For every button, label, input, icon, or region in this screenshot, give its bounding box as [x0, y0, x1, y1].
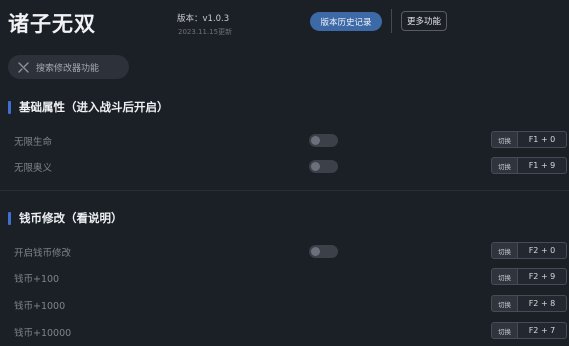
section-header-currency: 钱币修改（看说明）	[8, 210, 123, 226]
cheat-row: 钱币+1000 切换 F2 + 8	[0, 295, 569, 317]
cheat-row: 开启钱币修改 切换 F2 + 0	[0, 242, 569, 264]
toggle-action-button[interactable]: 切换	[491, 295, 518, 312]
toolbar-divider	[391, 9, 392, 33]
wrench-icon	[17, 61, 30, 74]
version-history-button[interactable]: 版本历史记录	[310, 12, 382, 31]
toggle-knob	[311, 136, 320, 145]
hotkey-group: 切换 F2 + 7	[491, 322, 567, 339]
section-accent-bar	[8, 100, 11, 114]
version-label: 版本：v1.0.3	[177, 14, 230, 24]
cheat-row: 钱币+100 切换 F2 + 9	[0, 268, 569, 290]
cheat-label: 无限奥义	[14, 163, 53, 174]
app-title: 诸子无双	[8, 12, 96, 36]
cheat-label: 钱币+10000	[14, 328, 72, 339]
hotkey-group: 切换 F2 + 8	[491, 295, 567, 312]
cheat-toggle[interactable]	[309, 245, 338, 258]
toggle-action-button[interactable]: 切换	[491, 157, 518, 174]
cheat-label: 无限生命	[14, 137, 53, 148]
update-date: 2023.11.15更新	[178, 28, 233, 36]
hotkey-group: 切换 F2 + 9	[491, 268, 567, 285]
search-placeholder: 搜索修改器功能	[36, 63, 100, 74]
section-title: 钱币修改（看说明）	[19, 211, 123, 225]
toggle-action-button[interactable]: 切换	[491, 322, 518, 339]
hotkey-field[interactable]: F2 + 0	[518, 242, 567, 259]
hotkey-field[interactable]: F2 + 9	[518, 268, 567, 285]
toggle-knob	[311, 247, 320, 256]
cheat-label: 钱币+1000	[14, 301, 66, 312]
section-title: 基础属性（进入战斗后开启）	[19, 100, 169, 114]
hotkey-group: 切换 F2 + 0	[491, 242, 567, 259]
hotkey-group: 切换 F1 + 9	[491, 157, 567, 174]
toggle-knob	[311, 162, 320, 171]
section-header-basic: 基础属性（进入战斗后开启）	[8, 99, 169, 115]
hotkey-field[interactable]: F2 + 7	[518, 322, 567, 339]
version-block: 版本：v1.0.3 2023.11.15更新	[177, 12, 232, 37]
toggle-action-button[interactable]: 切换	[491, 131, 518, 148]
hotkey-field[interactable]: F1 + 9	[518, 157, 567, 174]
section-accent-bar	[8, 211, 11, 225]
cheat-row: 无限生命 切换 F1 + 0	[0, 131, 569, 153]
cheat-row: 无限奥义 切换 F1 + 9	[0, 157, 569, 179]
toggle-action-button[interactable]: 切换	[491, 268, 518, 285]
hotkey-field[interactable]: F1 + 0	[518, 131, 567, 148]
hotkey-group: 切换 F1 + 0	[491, 131, 567, 148]
cheat-label: 开启钱币修改	[14, 248, 72, 259]
cheat-label: 钱币+100	[14, 274, 60, 285]
more-features-button[interactable]: 更多功能	[401, 11, 447, 31]
cheat-toggle[interactable]	[309, 134, 338, 147]
hotkey-field[interactable]: F2 + 8	[518, 295, 567, 312]
cheat-toggle[interactable]	[309, 160, 338, 173]
section-divider	[0, 190, 569, 191]
toggle-action-button[interactable]: 切换	[491, 242, 518, 259]
cheat-row: 钱币+10000 切换 F2 + 7	[0, 322, 569, 344]
search-input[interactable]: 搜索修改器功能	[8, 55, 129, 79]
